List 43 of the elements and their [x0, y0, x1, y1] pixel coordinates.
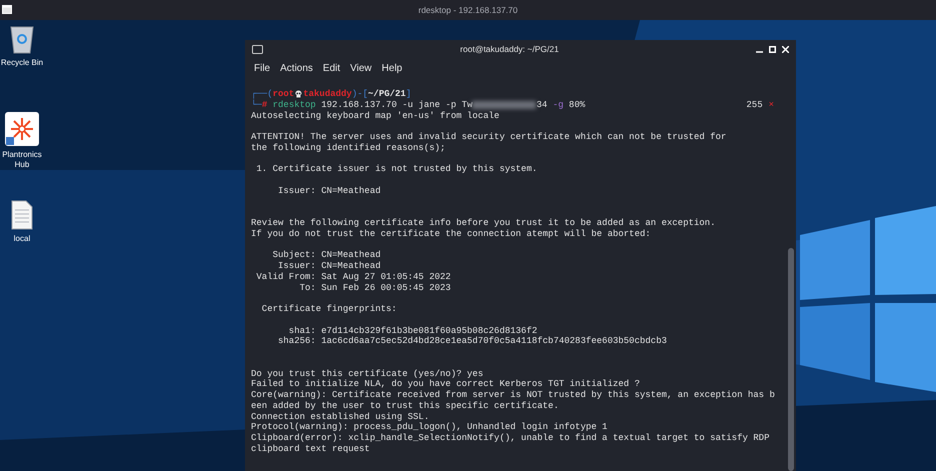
output-line: Review the following certificate info before you trust it to be added as an exception. [251, 218, 716, 229]
desktop-icon-label[interactable]: Plantronics Hub [0, 150, 44, 170]
output-line: Autoselecting keyboard map 'en-us' from locale [251, 110, 500, 122]
output-line: Subject: CN=Meathead [272, 250, 382, 261]
prompt-frame: ┌──( [251, 89, 273, 100]
output-line: sha256: 1ac6cd6aa7c5ec52d4bd28ce1ea5d70f0c5a4118fcb740283fee603b50cbdcb3 [277, 336, 668, 347]
prompt-bracket: ] [406, 89, 412, 100]
prompt-user: root [272, 89, 294, 100]
output-line: Core(warning): Certificate received from server is NOT trusted by this system, an exception has b [251, 390, 776, 401]
error-mark: × [768, 100, 774, 110]
desktop-icon-label[interactable]: local [14, 234, 30, 244]
output-line: Protocol(warning): process_pdu_logon(), Unhandled login infotype 1 [251, 422, 608, 433]
terminal-title: root@takudaddy: ~/PG/21 [460, 42, 559, 56]
prompt-frame: └─ [251, 100, 262, 110]
window-title: rdesktop - 192.168.137.70 [418, 4, 518, 16]
output-line: een added by the user to trust this specific certificate. [251, 400, 560, 412]
output-line: clipboard text request [251, 444, 371, 454]
output-line: the following identified reasons(s); [251, 142, 446, 154]
output-line: Issuer: CN=Meathead [277, 261, 382, 272]
output-line: To: Sun Feb 26 00:05:45 2023 [298, 282, 452, 294]
desktop-icon-label[interactable]: Recycle Bin [0, 58, 44, 68]
output-line: Certificate fingerprints: [260, 304, 398, 315]
output-line: sha1: e7d114cb329f61b3be081f60a95b08c26d8136f2 [288, 326, 538, 336]
output-line: Valid From: Sat Aug 27 01:05:45 2022 [255, 272, 452, 282]
prompt-path: ~/PG/21 [368, 89, 406, 100]
menu-item[interactable]: View [350, 60, 372, 76]
command-line: # rdesktop 192.168.137.70 -u jane -p Tw [262, 100, 472, 110]
menu-item[interactable]: Help [382, 60, 402, 76]
output-line: 1. Certificate issuer is not trusted by this system. [255, 164, 538, 175]
menu-item[interactable]: Actions [280, 60, 313, 76]
prompt-host: takudaddy [303, 89, 352, 100]
menu-item[interactable]: Edit [322, 60, 340, 76]
output-line: Issuer: CN=Meathead [277, 186, 382, 196]
output-line: Clipboard(error): xclip_handle_SelectionNotify(), unable to find a textual target to satisfy RDP [251, 433, 770, 444]
prompt-separator: )-[ [352, 89, 368, 100]
output-line: Failed to initialize NLA, do you have correct Kerberos TGT initialized ? [251, 379, 641, 390]
output-line: ATTENTION! The server uses and invalid security certificate which can not be trusted for [251, 132, 728, 143]
output-line: Do you trust this certificate (yes/no)? yes [251, 368, 484, 380]
command-args: 34 -g 80% [536, 100, 586, 110]
exit-code: 255 [746, 100, 763, 110]
output-line: Connection established using SSL. [251, 412, 430, 422]
menu-item[interactable]: File [254, 60, 270, 76]
output-line: If you do not trust the certificate the connection atempt will be aborted: [251, 228, 652, 240]
